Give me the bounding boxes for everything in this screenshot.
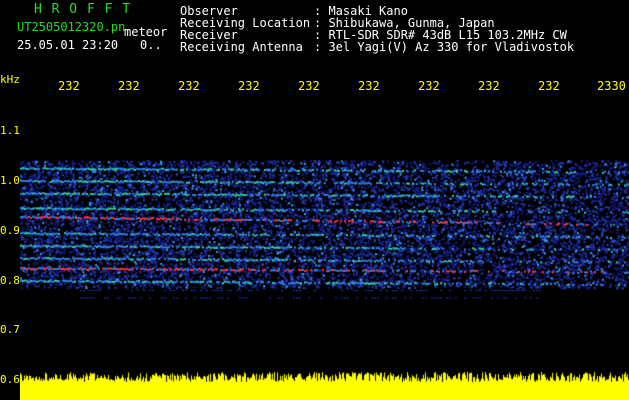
antenna-value: : 3el Yagi(V) Az 330 for Vladivostok <box>314 40 575 54</box>
x-tick: 232 <box>538 79 560 93</box>
x-tick: 2330 <box>597 79 626 93</box>
y-tick: 1.0 <box>0 174 20 187</box>
x-tick: 232 <box>358 79 380 93</box>
y-axis-unit: kHz <box>0 73 20 86</box>
x-tick: 232 <box>58 79 80 93</box>
y-tick: 1.1 <box>0 124 20 137</box>
hrofft-spectrogram-screen: H R O F F T UT2505012320.pn meteor 25.05… <box>0 0 629 400</box>
x-tick: 232 <box>298 79 320 93</box>
x-tick: 232 <box>238 79 260 93</box>
datetime-label: 25.05.01 23:20 <box>17 38 119 52</box>
x-tick: 232 <box>418 79 440 93</box>
y-tick: 0.9 <box>0 224 20 237</box>
count-label: 0.. <box>140 38 162 52</box>
spectrogram-plot <box>20 95 629 400</box>
x-tick: 232 <box>118 79 140 93</box>
antenna-label: Receiving Antenna <box>180 40 303 54</box>
y-tick: 0.6 <box>0 373 20 386</box>
x-tick: 232 <box>478 79 500 93</box>
hrofft-logo: H R O F F T <box>34 2 132 17</box>
filename-label: UT2505012320.pn <box>17 20 126 34</box>
y-tick: 0.7 <box>0 323 20 336</box>
y-tick: 0.8 <box>0 274 20 287</box>
mode-label: meteor <box>124 25 168 39</box>
x-tick: 232 <box>178 79 200 93</box>
